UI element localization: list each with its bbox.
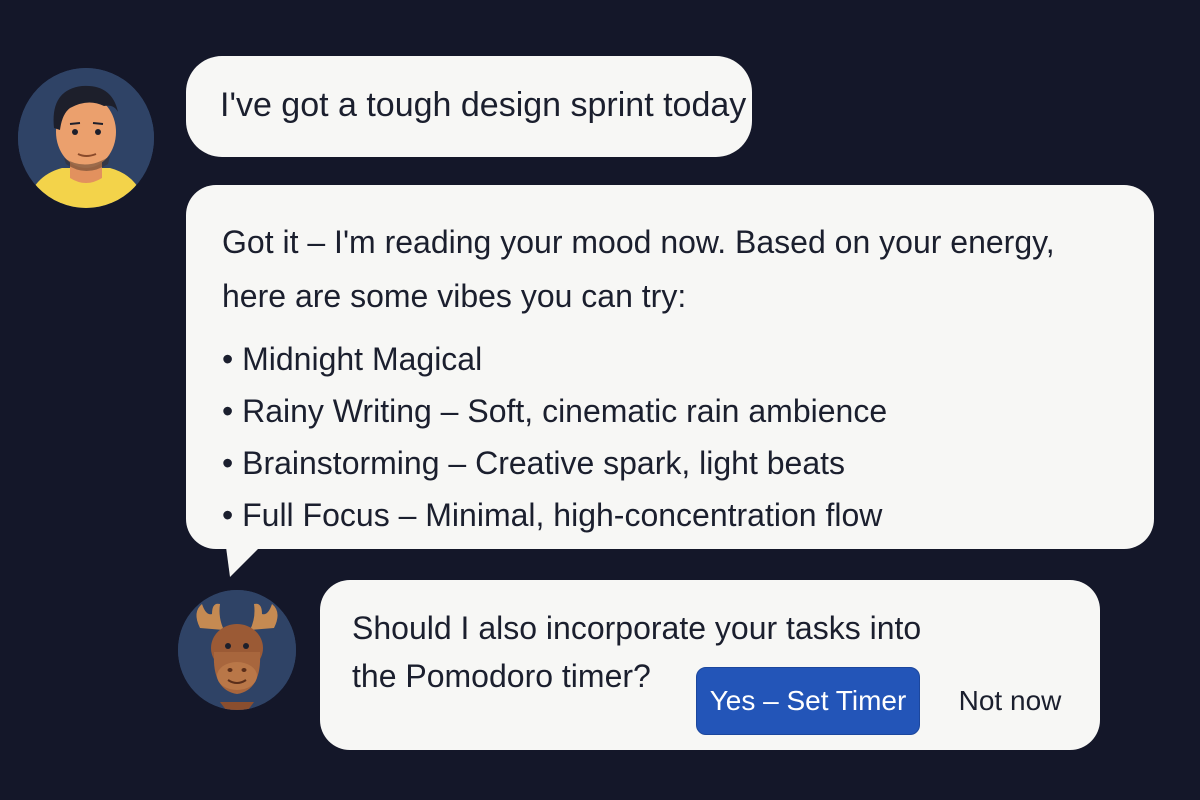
user-avatar xyxy=(18,68,154,208)
not-now-button[interactable]: Not now xyxy=(940,667,1080,735)
vibe-list-item: Brainstorming – Creative spark, light be… xyxy=(222,437,1124,489)
user-message-text: I've got a tough design sprint today xyxy=(220,86,747,124)
set-timer-button[interactable]: Yes – Set Timer xyxy=(696,667,920,735)
assistant-message-bubble: Got it – I'm reading your mood now. Base… xyxy=(186,185,1154,577)
vibe-list-item: Full Focus – Minimal, high-concentration… xyxy=(222,489,1124,541)
moose-avatar-icon xyxy=(178,590,296,710)
vibe-list: Midnight Magical Rainy Writing – Soft, c… xyxy=(222,333,1124,541)
assistant-avatar xyxy=(178,590,296,710)
vibe-list-item: Rainy Writing – Soft, cinematic rain amb… xyxy=(222,385,1124,437)
person-avatar-icon xyxy=(18,68,154,208)
assistant-intro-text: Got it – I'm reading your mood now. Base… xyxy=(222,224,1055,314)
user-message-bubble: I've got a tough design sprint today xyxy=(186,56,752,157)
assistant-question-bubble: Should I also incorporate your tasks int… xyxy=(320,580,1100,750)
bubble-tail xyxy=(226,547,260,577)
vibe-list-item: Midnight Magical xyxy=(222,333,1124,385)
